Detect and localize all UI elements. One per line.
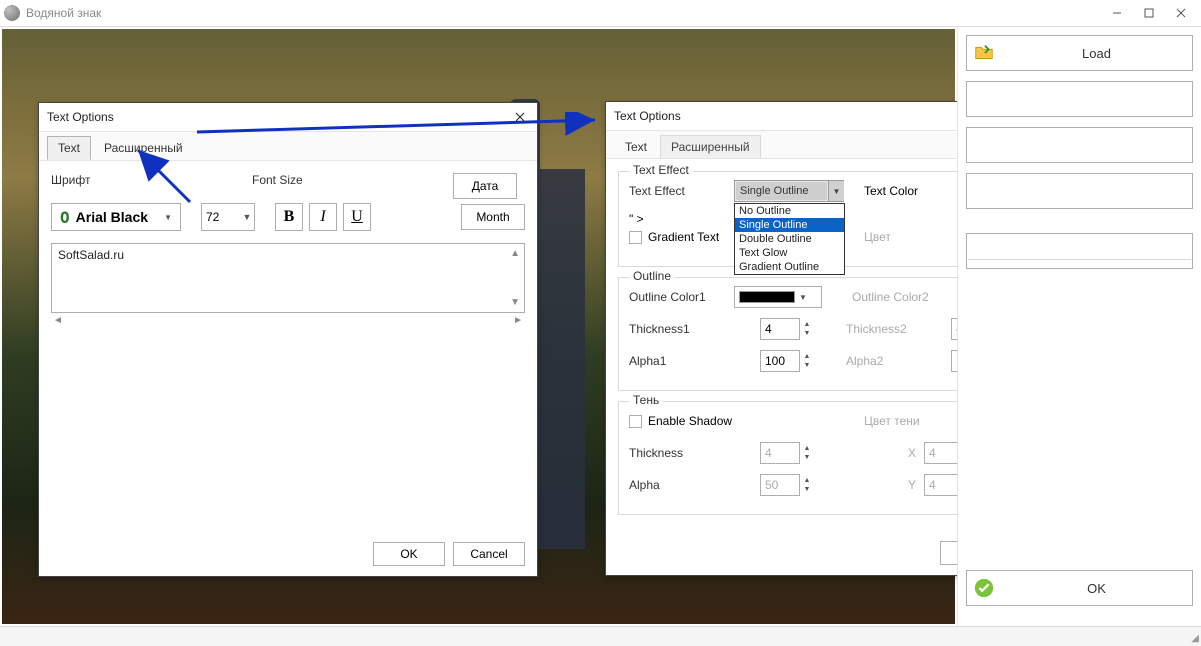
alpha2-label: Alpha2 <box>846 354 951 368</box>
date-button[interactable]: Дата <box>453 173 517 199</box>
option-gradient-outline[interactable]: Gradient Outline <box>735 260 844 274</box>
watermark-text-input[interactable]: SoftSalad.ru ▲ ▼ <box>51 243 525 313</box>
tab-text[interactable]: Text <box>47 136 91 160</box>
shadow-x-label: X <box>846 446 916 460</box>
gradient-text-label: Gradient Text <box>648 230 719 244</box>
shadow-alpha-input: 50 <box>760 474 800 496</box>
side-slot[interactable] <box>966 173 1193 209</box>
chevron-down-icon: ▼ <box>164 213 172 222</box>
month-button[interactable]: Month <box>461 204 525 230</box>
scroll-down-icon[interactable]: ▼ <box>510 297 520 308</box>
scroll-right-icon[interactable]: ► <box>513 315 523 326</box>
window-title: Водяной знак <box>26 6 101 20</box>
shadow-thickness-input: 4 <box>760 442 800 464</box>
folder-open-icon <box>967 42 1001 64</box>
option-single-outline[interactable]: Single Outline <box>735 218 844 232</box>
close-icon[interactable] <box>511 108 529 126</box>
scroll-up-icon[interactable]: ▲ <box>510 248 520 259</box>
watermark-text-value: SoftSalad.ru <box>58 248 124 262</box>
divider <box>968 259 1191 260</box>
text-effect-dropdown[interactable]: No Outline Single Outline Double Outline… <box>734 203 845 275</box>
shadow-alpha-spinner: ▲▼ <box>802 476 812 494</box>
outline-color1-picker[interactable]: ▼ <box>734 286 822 308</box>
load-button[interactable]: Load <box>966 35 1193 71</box>
side-panel: Load OK <box>957 26 1201 626</box>
scroll-left-icon[interactable]: ◄ <box>53 315 63 326</box>
thickness1-label: Thickness1 <box>629 322 734 336</box>
bold-button[interactable]: B <box>275 203 303 231</box>
enable-shadow-label: Enable Shadow <box>648 414 732 428</box>
italic-button[interactable]: I <box>309 203 337 231</box>
side-slot[interactable] <box>966 233 1193 269</box>
font-size-input[interactable]: ▼ <box>201 203 255 231</box>
side-slot[interactable] <box>966 81 1193 117</box>
outline-color2-label: Outline Color2 <box>852 290 957 304</box>
shadow-alpha-label: Alpha <box>629 478 734 492</box>
maximize-button[interactable] <box>1133 1 1165 25</box>
ok-button[interactable]: OK <box>966 570 1193 606</box>
alpha1-spinner[interactable]: ▲▼ <box>802 352 812 370</box>
shadow-y-label: Y <box>846 478 916 492</box>
chevron-down-icon[interactable]: ▼ <box>828 181 844 201</box>
gradient-text-checkbox[interactable] <box>629 231 642 244</box>
text-effect-combo[interactable]: Single Outline ▼ No Outline Single Outli… <box>734 180 844 202</box>
statusbar: ◢ <box>0 626 1201 646</box>
underline-button[interactable]: U <box>343 203 371 231</box>
cvet-label: Цвет <box>864 230 969 244</box>
alpha1-input[interactable]: 100 <box>760 350 800 372</box>
font-label: Шрифт <box>51 173 201 187</box>
check-circle-icon <box>967 577 1001 599</box>
alpha1-label: Alpha1 <box>629 354 734 368</box>
chevron-down-icon[interactable]: ▼ <box>240 204 254 230</box>
text-effect-label: Text Effect <box>629 184 734 198</box>
option-double-outline[interactable]: Double Outline <box>735 232 844 246</box>
group-label: Text Effect <box>629 163 693 177</box>
thickness1-input[interactable]: 4 <box>760 318 800 340</box>
shadow-thickness-spinner: ▲▼ <box>802 444 812 462</box>
font-name: Arial Black <box>76 209 148 225</box>
shadow-thickness-label: Thickness <box>629 446 734 460</box>
group-label: Outline <box>629 269 675 283</box>
font-size-value[interactable] <box>202 204 240 230</box>
font-picker[interactable]: O Arial Black ▼ <box>51 203 181 231</box>
group-label: Тень <box>629 393 663 407</box>
tabs: Text Расширенный <box>39 131 537 161</box>
font-size-label: Font Size <box>252 173 402 187</box>
text-options-dialog-basic: Text Options Text Расширенный Шрифт Font… <box>38 102 538 577</box>
load-label: Load <box>1001 46 1192 61</box>
combo-selected: Single Outline <box>736 182 827 200</box>
option-text-glow[interactable]: Text Glow <box>735 246 844 260</box>
thickness1-spinner[interactable]: ▲▼ <box>802 320 812 338</box>
dialog-title: Text Options <box>47 110 114 124</box>
tab-advanced[interactable]: Расширенный <box>93 136 194 160</box>
dialog-titlebar[interactable]: Text Options <box>39 103 537 131</box>
resize-grip-icon[interactable]: ◢ <box>1191 633 1199 644</box>
thickness2-label: Thickness2 <box>846 322 951 336</box>
minimize-button[interactable] <box>1101 1 1133 25</box>
tab-advanced[interactable]: Расширенный <box>660 135 761 158</box>
chevron-down-icon: ▼ <box>799 293 807 302</box>
outline-color1-label: Outline Color1 <box>629 290 734 304</box>
workarea: Text Options Text Расширенный Шрифт Font… <box>0 26 1201 626</box>
close-button[interactable] <box>1165 1 1197 25</box>
shadow-color-label: Цвет тени <box>864 414 969 428</box>
cancel-button[interactable]: Cancel <box>453 542 525 566</box>
enable-shadow-checkbox[interactable] <box>629 415 642 428</box>
side-slot[interactable] <box>966 127 1193 163</box>
ok-button[interactable]: OK <box>373 542 445 566</box>
tab-text[interactable]: Text <box>614 135 658 158</box>
option-no-outline[interactable]: No Outline <box>735 204 844 218</box>
font-glyph-icon: O <box>60 208 70 227</box>
app-icon <box>4 5 20 21</box>
ok-label: OK <box>1001 581 1192 596</box>
dialog-title: Text Options <box>614 109 681 123</box>
titlebar: Водяной знак <box>0 0 1201 26</box>
text-color-label: Text Color <box>864 184 969 198</box>
